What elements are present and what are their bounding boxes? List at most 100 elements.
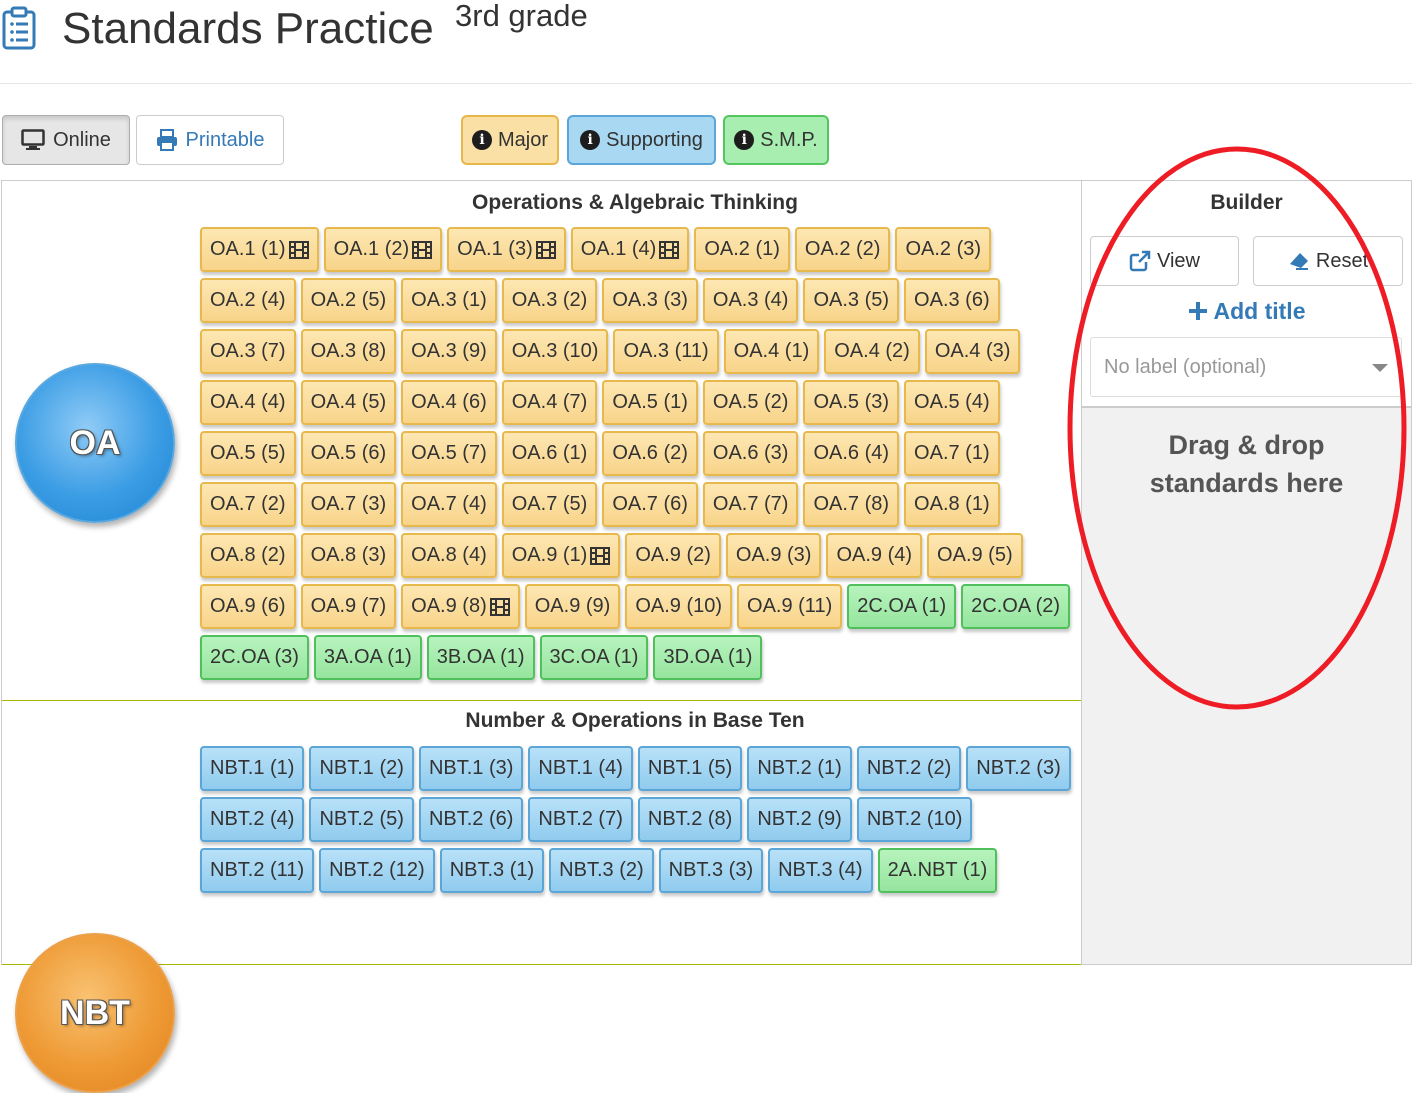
standard-chip[interactable]: NBT.2 (4) <box>200 797 305 842</box>
standard-chip[interactable]: OA.1 (3) <box>447 227 566 272</box>
standard-chip[interactable]: OA.7 (6) <box>602 482 698 527</box>
standard-chip[interactable]: NBT.2 (7) <box>528 797 633 842</box>
standard-chip[interactable]: OA.7 (8) <box>803 482 900 527</box>
standard-chip[interactable]: OA.3 (2) <box>501 278 598 323</box>
standard-chip[interactable]: OA.3 (8) <box>300 329 397 374</box>
add-title-link[interactable]: Add title <box>1082 293 1411 329</box>
standards-dropzone[interactable]: Drag & drop standards here <box>1082 406 1411 964</box>
standard-chip[interactable]: OA.2 (3) <box>895 227 992 272</box>
standard-chip[interactable]: NBT.2 (6) <box>418 797 524 842</box>
standard-chip[interactable]: OA.4 (2) <box>824 329 920 374</box>
standard-chip[interactable]: 2C.OA (3) <box>200 635 309 680</box>
standard-chip[interactable]: OA.9 (6) <box>200 584 296 629</box>
legend-supporting[interactable]: i Supporting <box>567 115 716 165</box>
standard-chip[interactable]: NBT.1 (4) <box>528 746 633 791</box>
standard-chip[interactable]: OA.2 (4) <box>200 278 296 323</box>
standard-chip[interactable]: OA.3 (11) <box>613 329 719 374</box>
standard-chip[interactable]: 3C.OA (1) <box>539 635 649 680</box>
standard-chip[interactable]: NBT.1 (5) <box>637 746 743 791</box>
standard-chip[interactable]: OA.4 (1) <box>723 329 820 374</box>
reset-button[interactable]: Reset <box>1253 236 1403 286</box>
standard-chip[interactable]: OA.7 (2) <box>200 482 296 527</box>
online-button[interactable]: Online <box>2 115 130 165</box>
standard-chip[interactable]: OA.7 (5) <box>501 482 598 527</box>
standard-chip[interactable]: OA.2 (2) <box>794 227 891 272</box>
standard-chip[interactable]: OA.6 (2) <box>602 431 698 476</box>
standard-chip[interactable]: OA.8 (2) <box>200 533 296 578</box>
standard-chip[interactable]: OA.1 (2) <box>323 227 443 272</box>
standard-chip[interactable]: OA.5 (1) <box>602 380 698 425</box>
standard-chip[interactable]: NBT.1 (2) <box>309 746 414 791</box>
standard-chip[interactable]: NBT.1 (3) <box>418 746 524 791</box>
standard-chip[interactable]: OA.9 (5) <box>927 533 1023 578</box>
standard-chip[interactable]: OA.9 (7) <box>300 584 397 629</box>
standard-chip[interactable]: OA.7 (1) <box>904 431 1000 476</box>
standard-chip[interactable]: OA.9 (8) <box>401 584 520 629</box>
standard-chip[interactable]: OA.4 (5) <box>300 380 397 425</box>
standard-chip[interactable]: 2C.OA (2) <box>961 584 1071 629</box>
standard-chip[interactable]: OA.3 (5) <box>803 278 900 323</box>
standard-chip[interactable]: OA.1 (4) <box>570 227 690 272</box>
standard-chip[interactable]: OA.4 (7) <box>501 380 598 425</box>
standard-chip[interactable]: OA.2 (5) <box>300 278 397 323</box>
standard-chip[interactable]: NBT.2 (9) <box>747 797 852 842</box>
standard-chip[interactable]: NBT.1 (1) <box>200 746 305 791</box>
standard-chip[interactable]: OA.9 (10) <box>625 584 733 629</box>
standard-chip[interactable]: 2C.OA (1) <box>847 584 957 629</box>
standard-chip[interactable]: OA.1 (1) <box>200 227 319 272</box>
standard-chip[interactable]: 2A.NBT (1) <box>877 848 998 893</box>
label-select[interactable]: No label (optional) <box>1090 337 1402 397</box>
standard-chip[interactable]: OA.3 (7) <box>200 329 296 374</box>
standard-chip[interactable]: NBT.3 (2) <box>549 848 654 893</box>
standard-chip[interactable]: OA.5 (5) <box>200 431 296 476</box>
legend-major[interactable]: i Major <box>461 115 559 165</box>
standard-chip[interactable]: 3A.OA (1) <box>313 635 422 680</box>
legend-smp[interactable]: i S.M.P. <box>723 115 829 165</box>
standard-chip[interactable]: NBT.2 (12) <box>319 848 435 893</box>
standard-chip[interactable]: OA.5 (3) <box>803 380 900 425</box>
standard-chip[interactable]: NBT.2 (1) <box>747 746 852 791</box>
standard-chip[interactable]: OA.3 (10) <box>501 329 609 374</box>
standard-chip[interactable]: OA.6 (1) <box>501 431 598 476</box>
standard-chip[interactable]: OA.4 (4) <box>200 380 296 425</box>
printable-button[interactable]: Printable <box>136 115 284 165</box>
standard-chip[interactable]: OA.5 (2) <box>702 380 799 425</box>
standard-chip[interactable]: OA.5 (7) <box>401 431 497 476</box>
standard-chip[interactable]: OA.4 (6) <box>401 380 497 425</box>
standard-chip[interactable]: OA.9 (11) <box>737 584 843 629</box>
standard-chip[interactable]: OA.5 (6) <box>300 431 397 476</box>
standard-chip[interactable]: OA.9 (4) <box>826 533 923 578</box>
view-button[interactable]: View <box>1090 236 1239 286</box>
standard-chip[interactable]: NBT.2 (8) <box>637 797 743 842</box>
standard-chip[interactable]: 3B.OA (1) <box>426 635 535 680</box>
standard-chip[interactable]: OA.7 (7) <box>702 482 799 527</box>
standard-chip[interactable]: OA.9 (2) <box>625 533 721 578</box>
standard-chip[interactable]: OA.3 (9) <box>401 329 497 374</box>
standard-chip[interactable]: OA.7 (3) <box>300 482 397 527</box>
standard-chip[interactable]: OA.4 (3) <box>924 329 1021 374</box>
standard-chip[interactable]: NBT.2 (2) <box>856 746 962 791</box>
standard-chip[interactable]: OA.3 (3) <box>602 278 698 323</box>
standard-chip[interactable]: OA.3 (1) <box>401 278 497 323</box>
standard-chip[interactable]: OA.8 (3) <box>300 533 397 578</box>
standard-chip[interactable]: OA.3 (6) <box>904 278 1000 323</box>
standard-chip[interactable]: OA.8 (4) <box>401 533 497 578</box>
standard-chip[interactable]: NBT.2 (10) <box>856 797 973 842</box>
standard-chip[interactable]: OA.9 (3) <box>725 533 822 578</box>
standard-chip[interactable]: NBT.2 (5) <box>309 797 414 842</box>
standard-chip[interactable]: NBT.3 (1) <box>439 848 545 893</box>
standard-chip[interactable]: NBT.2 (11) <box>200 848 315 893</box>
standard-chip[interactable]: OA.8 (1) <box>904 482 1000 527</box>
standard-chip[interactable]: NBT.3 (3) <box>658 848 764 893</box>
standard-chip[interactable]: OA.6 (4) <box>803 431 900 476</box>
standard-chip[interactable]: 3D.OA (1) <box>653 635 763 680</box>
standard-chip[interactable]: OA.6 (3) <box>702 431 799 476</box>
standard-chip[interactable]: OA.9 (1) <box>501 533 621 578</box>
standard-chip[interactable]: OA.5 (4) <box>904 380 1000 425</box>
standard-chip[interactable]: OA.2 (1) <box>694 227 790 272</box>
standard-chip[interactable]: OA.3 (4) <box>702 278 799 323</box>
standard-chip[interactable]: OA.9 (9) <box>524 584 621 629</box>
standard-chip[interactable]: NBT.2 (3) <box>966 746 1071 791</box>
standard-chip[interactable]: NBT.3 (4) <box>768 848 873 893</box>
standard-chip[interactable]: OA.7 (4) <box>401 482 497 527</box>
